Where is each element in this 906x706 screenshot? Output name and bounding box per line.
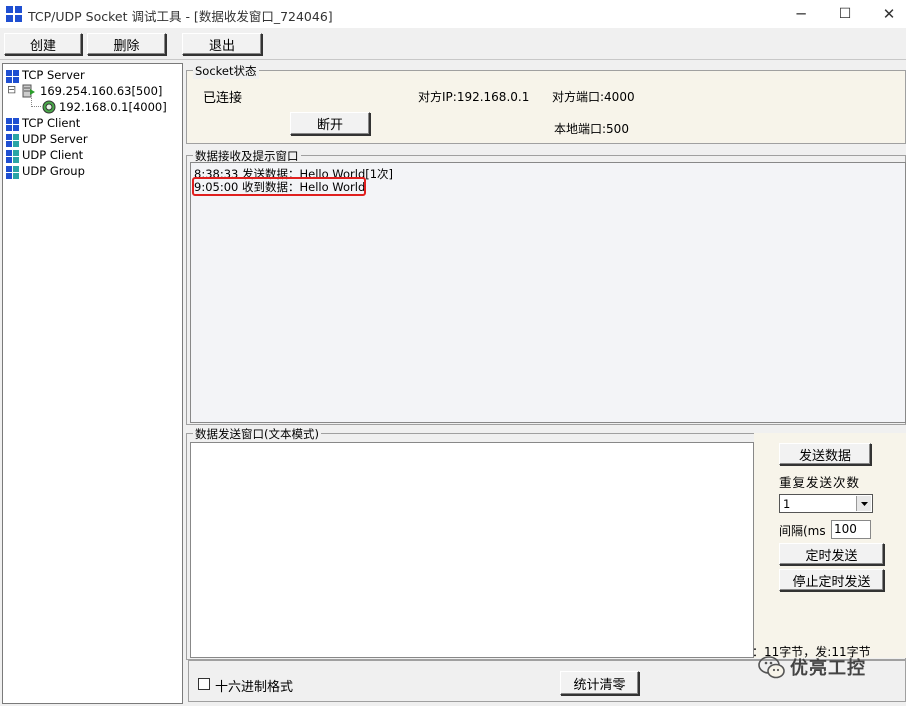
tree-item-client-192-168-0-1[interactable]: 192.168.0.1[4000] [59, 100, 167, 114]
server-icon [22, 84, 36, 98]
highlight-box [192, 177, 366, 196]
timer-send-button[interactable]: 定时发送 [779, 543, 884, 565]
interval-label: 间隔(ms [779, 524, 826, 538]
grid-icon [6, 134, 19, 147]
local-port-label: 本地端口:500 [554, 122, 629, 136]
window-title: TCP/UDP Socket 调试工具 - [数据收发窗口_724046] [28, 9, 333, 24]
connection-icon [42, 100, 56, 114]
create-button[interactable]: 创建 [4, 33, 82, 55]
hex-format-checkbox[interactable] [198, 678, 210, 690]
repeat-count-label: 重复发送次数 [779, 475, 861, 490]
expander-icon[interactable]: ⊟ [7, 83, 16, 96]
title-bar: TCP/UDP Socket 调试工具 - [数据收发窗口_724046] ─ … [0, 0, 906, 28]
grid-icon [6, 118, 19, 131]
minimize-button[interactable]: ─ [778, 0, 824, 28]
tree-item-server-169-254-160-63[interactable]: 169.254.160.63[500] [40, 84, 162, 98]
tree-item-tcp-server[interactable]: TCP Server [22, 68, 85, 82]
remote-ip-label: 对方IP:192.168.0.1 [418, 90, 530, 104]
toolbar-divider [0, 59, 906, 60]
grid-icon [6, 70, 19, 83]
stop-timer-button[interactable]: 停止定时发送 [779, 569, 884, 591]
maximize-button[interactable]: ☐ [822, 0, 868, 28]
send-title: 数据发送窗口(文本模式) [193, 426, 321, 442]
receive-log[interactable]: 8:38:33 发送数据：Hello World[1次] 9:05:00 收到数… [190, 162, 906, 423]
tree-item-udp-group[interactable]: UDP Group [22, 164, 85, 178]
watermark-text: 优亮工控 [790, 658, 866, 679]
hex-format-label: 十六进制格式 [215, 680, 294, 695]
dropdown-arrow-icon[interactable] [856, 496, 871, 511]
socket-status-title: Socket状态 [193, 63, 259, 79]
repeat-count-select[interactable]: 1 [779, 494, 873, 513]
send-data-button[interactable]: 发送数据 [779, 443, 871, 465]
delete-button[interactable]: 删除 [87, 33, 166, 55]
exit-button[interactable]: 退出 [182, 33, 262, 55]
tree-item-udp-client[interactable]: UDP Client [22, 148, 83, 162]
connection-tree[interactable]: TCP Server ⊟ 169.254.160.63[500] 192.168… [2, 63, 183, 704]
grid-icon [6, 150, 19, 163]
tree-connector [31, 98, 41, 107]
tree-item-tcp-client[interactable]: TCP Client [22, 116, 80, 130]
connection-status: 已连接 [203, 91, 243, 106]
wechat-icon [757, 653, 787, 683]
disconnect-button[interactable]: 断开 [290, 112, 370, 135]
clear-stats-button[interactable]: 统计清零 [560, 671, 639, 695]
interval-input[interactable]: 100 [831, 520, 871, 539]
grid-icon [6, 166, 19, 179]
app-icon [6, 6, 22, 22]
close-button[interactable]: ✕ [866, 0, 906, 28]
remote-port-label: 对方端口:4000 [552, 90, 635, 104]
tree-item-udp-server[interactable]: UDP Server [22, 132, 88, 146]
repeat-count-value: 1 [783, 497, 791, 511]
send-textarea[interactable] [190, 442, 754, 658]
